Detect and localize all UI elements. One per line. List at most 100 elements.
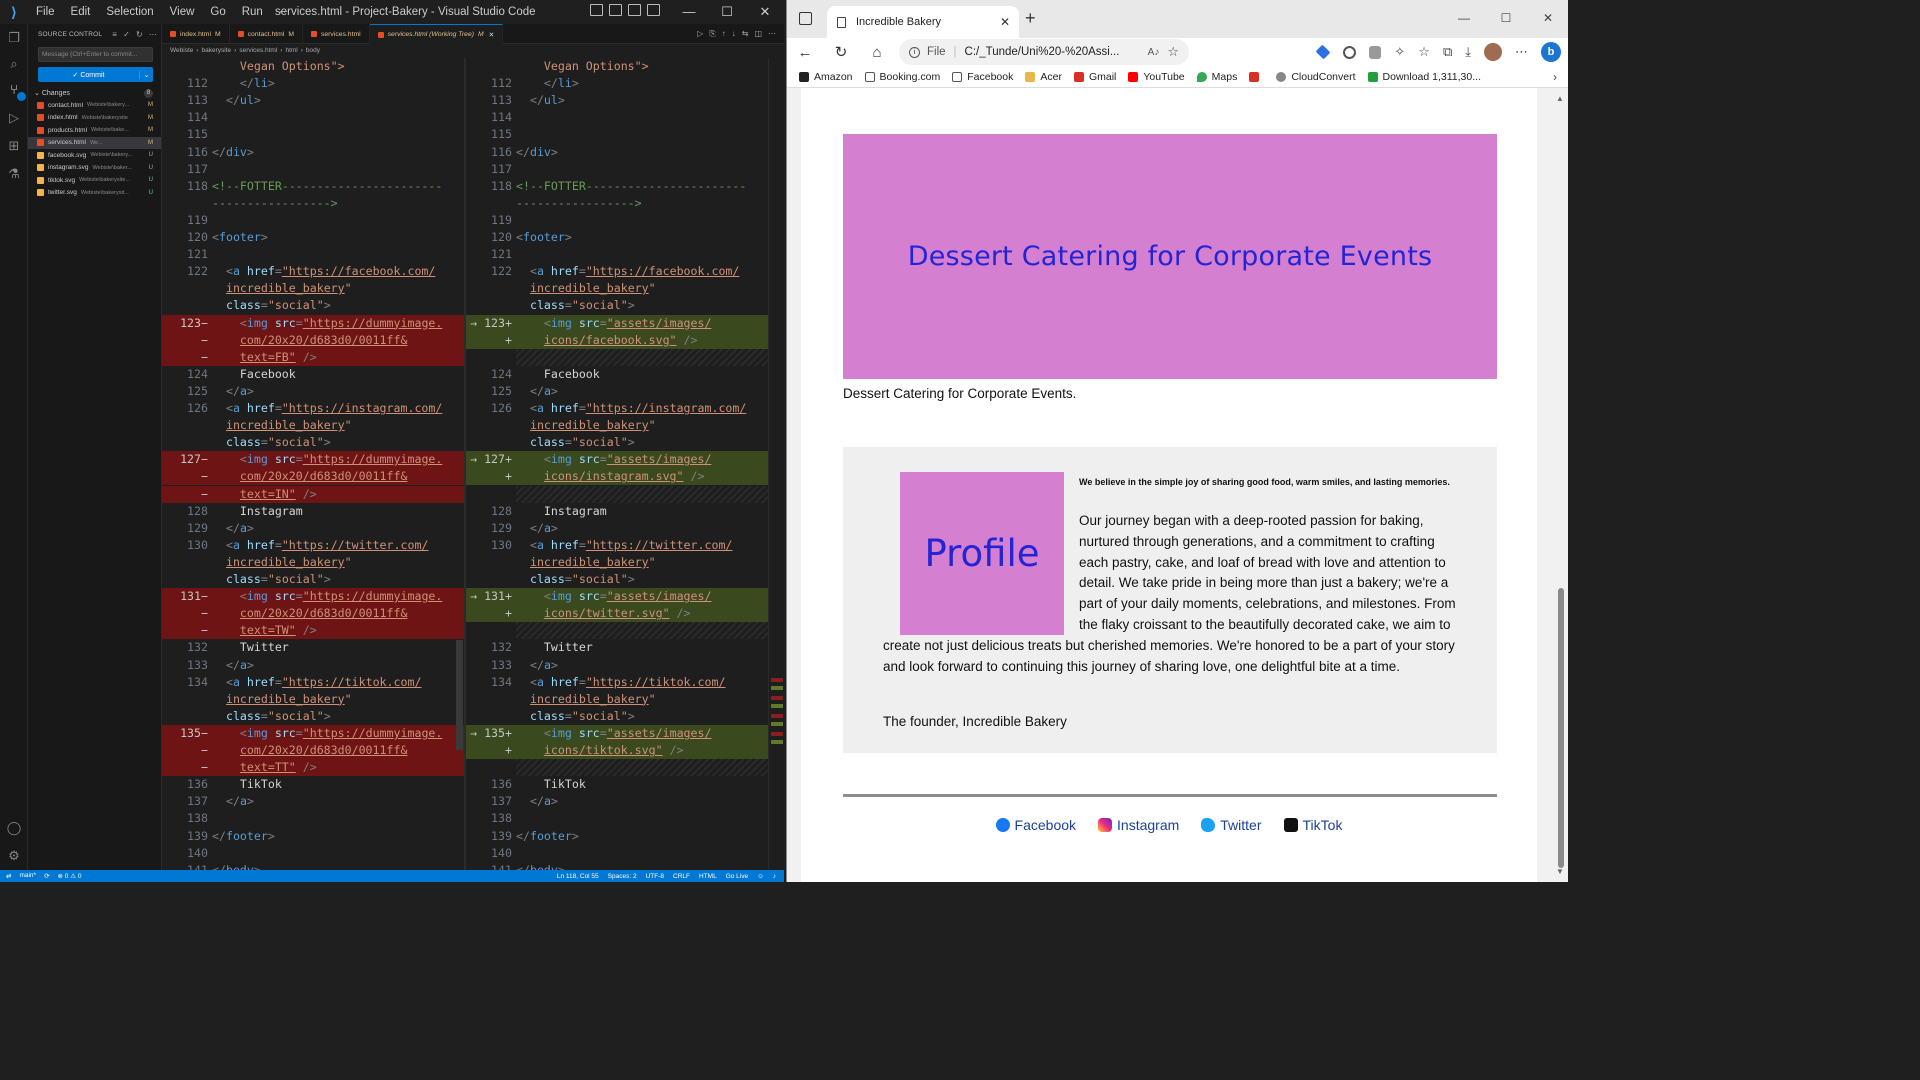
code-line[interactable]: </a> xyxy=(516,383,768,400)
favorite-item[interactable]: Amazon xyxy=(799,71,853,83)
problems-indicator[interactable]: ⊗ 0 ⚠ 0 xyxy=(58,872,82,880)
encoding[interactable]: UTF-8 xyxy=(646,873,664,880)
refresh-icon[interactable]: ↻ xyxy=(136,30,143,39)
changed-file-item[interactable]: services.html We... M xyxy=(28,136,161,149)
code-line[interactable]: class="social"> xyxy=(212,571,464,588)
site-info-icon[interactable]: i xyxy=(909,46,920,58)
code-line[interactable] xyxy=(212,246,464,263)
code-line[interactable] xyxy=(516,126,768,143)
favorites-more-chevron-icon[interactable]: › xyxy=(1553,70,1557,84)
code-line[interactable]: <a href="https://facebook.com/ xyxy=(212,263,464,280)
code-line[interactable]: incredible_bakery" xyxy=(212,417,464,434)
code-line[interactable] xyxy=(516,109,768,126)
view-as-tree-icon[interactable]: ≡ xyxy=(112,30,117,39)
source-control-icon[interactable]: ⑂ xyxy=(6,82,26,101)
added-code-line[interactable]: <img src="assets/images/ xyxy=(516,588,768,606)
diff-original-pane[interactable]: 112 113 114 115 116 117 118 119 120 121 122 123− − − 1… xyxy=(162,58,464,870)
deleted-code-line[interactable]: com/20x20/d683d0/0011ff& xyxy=(212,742,464,760)
address-url[interactable]: C:/_Tunde/Uni%20-%20Assi... xyxy=(965,46,1120,58)
customize-layout-icon[interactable] xyxy=(647,4,660,16)
page-scrollbar[interactable]: ▲ ▼ xyxy=(1553,88,1568,882)
code-line[interactable]: </li> xyxy=(516,75,768,92)
breadcrumb-item[interactable]: Webiste xyxy=(170,47,193,54)
code-line[interactable]: <a href="https://instagram.com/ xyxy=(516,400,768,417)
code-line[interactable]: Vegan Options"> xyxy=(212,58,464,75)
added-code-line[interactable]: icons/twitter.svg" /> xyxy=(516,605,768,623)
code-line[interactable]: </div> xyxy=(212,144,464,161)
added-code-line[interactable]: <img src="assets/images/ xyxy=(516,314,768,332)
tab-actions-icon[interactable] xyxy=(799,12,812,25)
toggle-secondary-sidebar-icon[interactable] xyxy=(628,4,641,16)
deleted-code-line[interactable]: <img src="https://dummyimage. xyxy=(212,588,464,606)
menu-view[interactable]: View xyxy=(162,0,203,24)
deleted-code-line[interactable]: text=TW" /> xyxy=(212,622,464,640)
scroll-down-arrow-icon[interactable]: ▼ xyxy=(1556,867,1564,876)
code-line[interactable]: <!--FOTTER----------------------- xyxy=(516,178,768,195)
breadcrumb-item[interactable]: html xyxy=(285,47,297,54)
commit-message-input[interactable]: Message (Ctrl+Enter to commit... xyxy=(38,47,153,62)
code-area[interactable]: Vegan Options"> </li> </ul> </div> <!--FOT… xyxy=(212,58,464,870)
code-line[interactable]: class="social"> xyxy=(212,434,464,451)
sync-icon[interactable]: ⟳ xyxy=(44,872,49,880)
code-line[interactable]: Instagram xyxy=(516,503,768,520)
favorite-item[interactable]: Gmail xyxy=(1073,71,1116,83)
code-line[interactable]: TikTok xyxy=(516,776,768,793)
line-ending[interactable]: CRLF xyxy=(673,873,690,880)
code-line[interactable]: incredible_bakery" xyxy=(516,554,768,571)
extensions-puzzle-icon[interactable]: ✧ xyxy=(1394,44,1405,60)
toggle-sidebar-icon[interactable] xyxy=(590,4,603,16)
code-line[interactable]: </a> xyxy=(212,793,464,810)
account-icon[interactable]: ◯ xyxy=(6,820,22,836)
inline-view-icon[interactable]: ⇆ xyxy=(742,29,749,38)
code-line[interactable]: </body> xyxy=(212,862,464,870)
favorite-item[interactable]: YouTube xyxy=(1128,71,1185,83)
code-line[interactable]: incredible_bakery" xyxy=(212,280,464,297)
code-line[interactable] xyxy=(516,845,768,862)
code-line[interactable]: TikTok xyxy=(212,776,464,793)
changed-file-item[interactable]: tiktok.svg Webiste\bakerysite... U xyxy=(28,174,161,187)
code-line[interactable]: </ul> xyxy=(516,92,768,109)
code-line[interactable] xyxy=(212,845,464,862)
browser-tab-incredible-bakery[interactable]: Incredible Bakery ✕ xyxy=(827,6,1019,38)
code-line[interactable] xyxy=(516,485,768,503)
code-line[interactable]: <footer> xyxy=(212,229,464,246)
code-line[interactable]: </ul> xyxy=(212,92,464,109)
code-line[interactable]: <a href="https://twitter.com/ xyxy=(212,537,464,554)
tab-services-html[interactable]: services.html xyxy=(303,24,370,44)
code-line[interactable]: Vegan Options"> xyxy=(516,58,768,75)
diff-overview-ruler[interactable] xyxy=(768,58,784,870)
language-mode[interactable]: HTML xyxy=(699,873,717,880)
favorites-icon[interactable]: ☆ xyxy=(1418,44,1430,60)
tab-contact-html[interactable]: contact.html M xyxy=(230,24,303,44)
commit-button[interactable]: ✓ Commit ⌄ xyxy=(38,67,153,82)
favorite-item[interactable]: Download 1,311,30... xyxy=(1367,71,1481,83)
indentation[interactable]: Spaces: 2 xyxy=(608,873,637,880)
deleted-code-line[interactable]: <img src="https://dummyimage. xyxy=(212,724,464,742)
favorite-item[interactable]: Booking.com xyxy=(864,71,940,83)
changed-file-item[interactable]: instagram.svg Webiste\baker... U xyxy=(28,162,161,175)
code-line[interactable]: incredible_bakery" xyxy=(212,691,464,708)
profile-avatar[interactable] xyxy=(1484,43,1502,61)
code-line[interactable]: <a href="https://tiktok.com/ xyxy=(212,674,464,691)
code-line[interactable]: </li> xyxy=(212,75,464,92)
close-icon[interactable]: ✕ xyxy=(1527,0,1568,36)
code-line[interactable]: class="social"> xyxy=(516,434,768,451)
maximize-icon[interactable]: ☐ xyxy=(1485,0,1527,36)
next-change-icon[interactable]: ↓ xyxy=(732,29,736,38)
code-line[interactable] xyxy=(212,810,464,827)
code-line[interactable]: class="social"> xyxy=(516,571,768,588)
settings-more-icon[interactable]: ⋯ xyxy=(1515,44,1528,60)
collections-icon[interactable]: ⧉ xyxy=(1443,44,1452,60)
menu-run[interactable]: Run xyxy=(234,0,271,24)
split-editor-icon[interactable]: ◫ xyxy=(754,29,762,38)
code-line[interactable] xyxy=(516,759,768,777)
scroll-up-arrow-icon[interactable]: ▲ xyxy=(1556,94,1564,103)
search-icon[interactable]: ⌕ xyxy=(6,56,22,72)
breadcrumb-item[interactable]: body xyxy=(306,47,320,54)
code-line[interactable] xyxy=(212,212,464,229)
cursor-position[interactable]: Ln 118, Col 55 xyxy=(557,873,599,880)
settings-gear-icon[interactable]: ⚙ xyxy=(6,848,22,864)
menu-selection[interactable]: Selection xyxy=(98,0,161,24)
code-line[interactable] xyxy=(212,161,464,178)
code-line[interactable] xyxy=(516,161,768,178)
